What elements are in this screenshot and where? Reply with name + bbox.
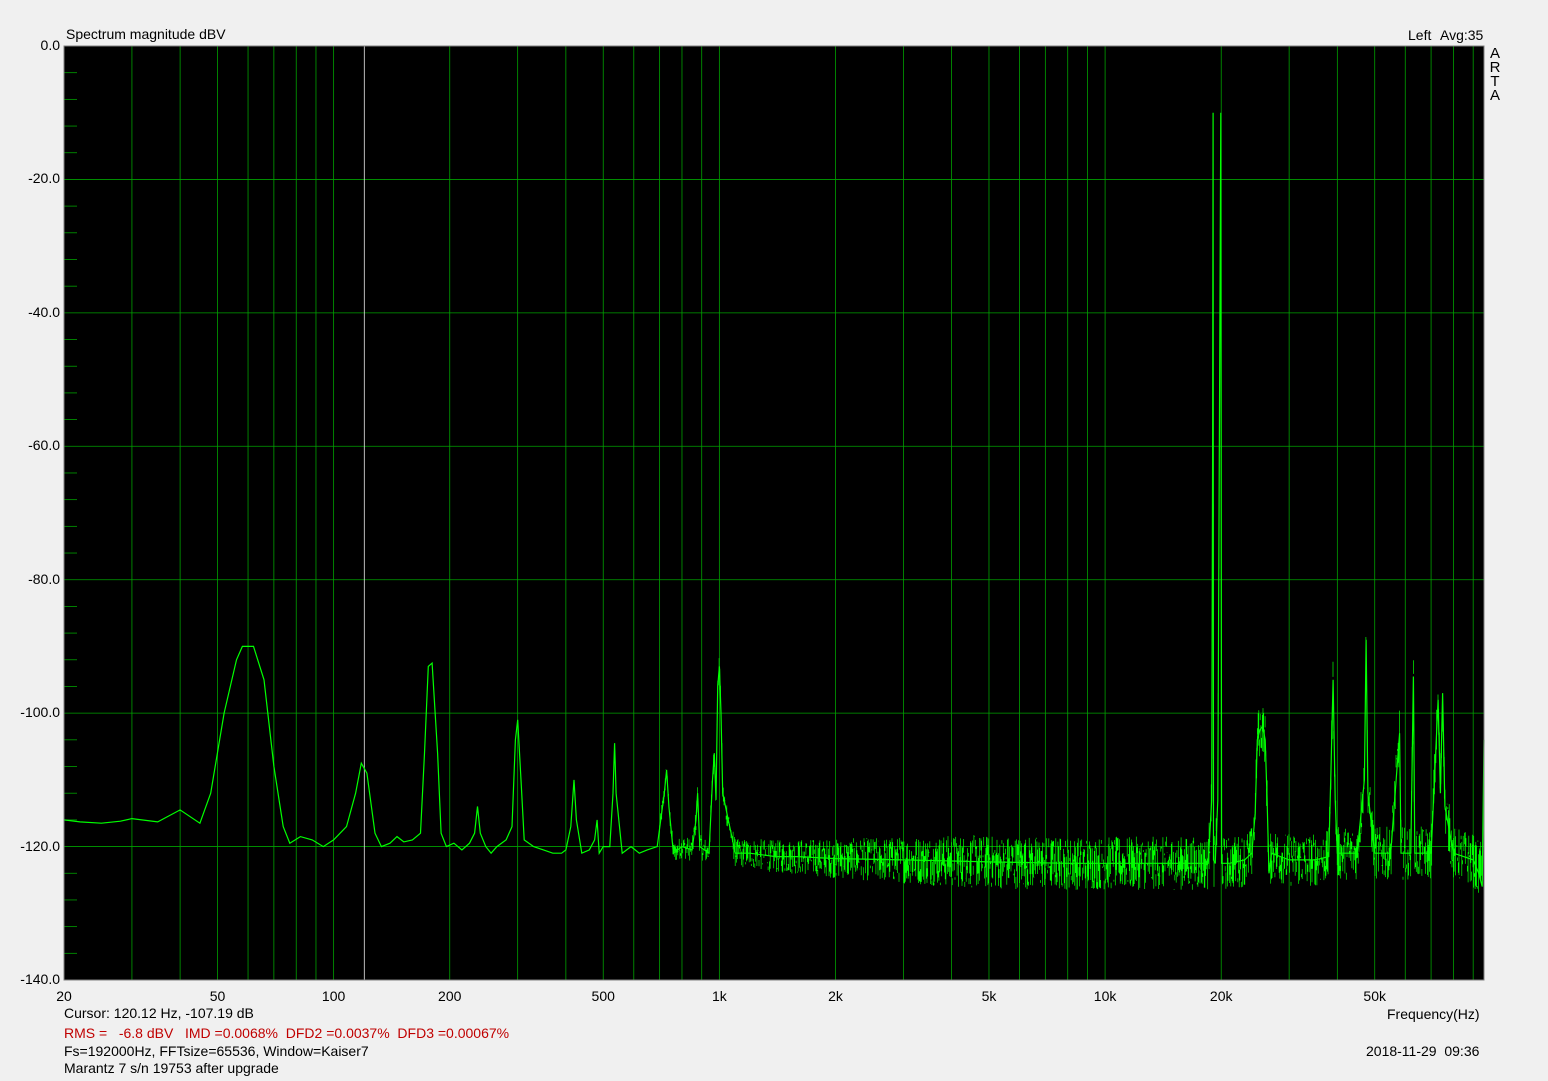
x-tick-label: 5k (981, 988, 997, 1004)
x-tick-label: 200 (438, 988, 462, 1004)
x-tick-label: 50 (209, 988, 226, 1004)
rms-imd-readout: RMS = -6.8 dBV IMD =0.0068% DFD2 =0.0037… (64, 1025, 510, 1041)
avg-label: Avg:35 (1440, 27, 1484, 43)
x-tick-label: 50k (1363, 988, 1386, 1004)
y-tick-label: 0.0 (40, 37, 60, 53)
x-tick-label: 2k (828, 988, 843, 1004)
device-note: Marantz 7 s/n 19753 after upgrade (64, 1060, 279, 1076)
y-tick-label: -40.0 (28, 303, 60, 320)
x-tick-label: 20 (56, 988, 72, 1004)
x-tick-label: 10k (1093, 988, 1117, 1004)
fft-settings: Fs=192000Hz, FFTsize=65536, Window=Kaise… (64, 1043, 369, 1059)
channel-label: Left (1408, 27, 1432, 43)
y-tick-label: -60.0 (28, 437, 60, 454)
x-tick-label: 500 (591, 988, 615, 1004)
arta-brand: A R T A (1489, 46, 1501, 104)
y-tick-label: -120.0 (20, 837, 60, 854)
y-tick-label: -140.0 (20, 971, 60, 987)
brand-letter: A (1489, 87, 1500, 104)
y-tick-label: -100.0 (20, 704, 60, 721)
x-tick-label: 20k (1209, 988, 1233, 1004)
x-tick-label: 100 (321, 988, 346, 1004)
frequency-axis-label: Frequency(Hz) (1387, 1006, 1480, 1022)
cursor-readout: Cursor: 120.12 Hz, -107.19 dB (64, 1005, 254, 1021)
x-tick-label: 1k (711, 988, 727, 1004)
spectrum-chart (63, 45, 1485, 981)
y-tick-label: -20.0 (28, 170, 60, 187)
chart-title: Spectrum magnitude dBV (66, 26, 226, 42)
timestamp: 2018-11-29 09:36 (1366, 1043, 1480, 1059)
y-tick-label: -80.0 (28, 570, 60, 587)
